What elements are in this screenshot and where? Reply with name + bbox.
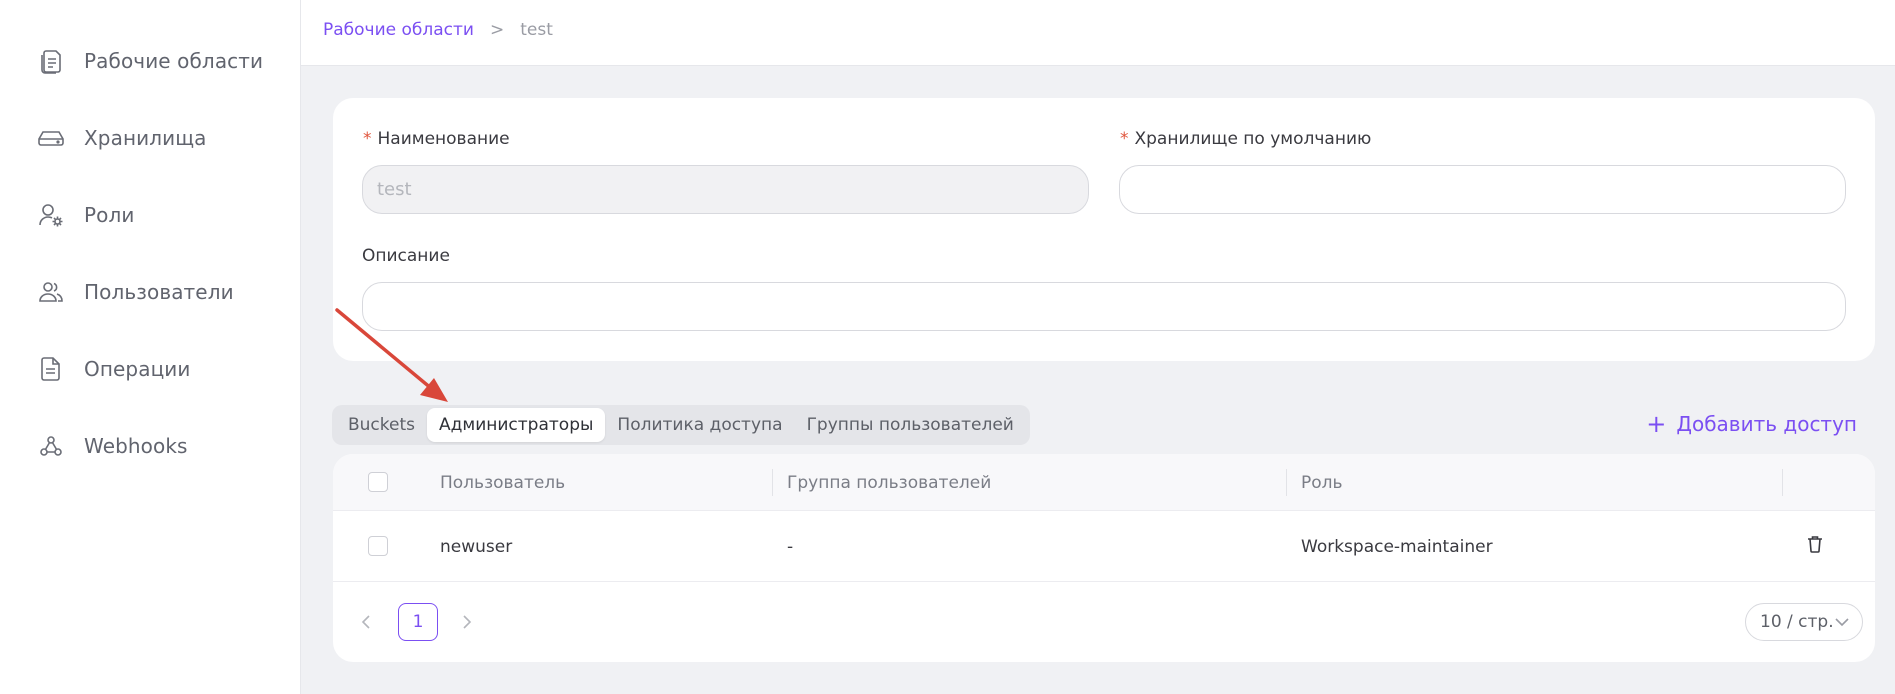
sidebar-item-operations[interactable]: Операции — [38, 349, 190, 389]
document-icon — [38, 356, 64, 382]
storage-field-label: * Хранилище по умолчанию — [1120, 129, 1371, 149]
column-divider — [772, 469, 773, 496]
cell-user: newuser — [440, 536, 513, 557]
breadcrumb-separator: > — [489, 20, 505, 40]
document-stack-icon — [38, 48, 64, 74]
administrators-table: Пользователь Группа пользователей Роль n… — [333, 454, 1875, 662]
page-size-value: 10 / стр. — [1760, 612, 1834, 632]
add-access-label: Добавить доступ — [1676, 412, 1857, 436]
tab-access-policy[interactable]: Политика доступа — [605, 408, 794, 442]
page-number-button[interactable]: 1 — [398, 603, 438, 641]
sidebar-item-label: Пользователи — [84, 280, 234, 304]
column-divider — [1782, 469, 1783, 496]
row-checkbox[interactable] — [368, 536, 388, 556]
breadcrumb-link-workspaces[interactable]: Рабочие области — [323, 20, 474, 40]
column-header-role: Роль — [1301, 472, 1343, 493]
sidebar-item-workspaces[interactable]: Рабочие области — [38, 41, 263, 81]
sidebar-item-label: Хранилища — [84, 126, 207, 150]
storage-label-text: Хранилище по умолчанию — [1134, 129, 1372, 149]
tab-administrators[interactable]: Администраторы — [427, 408, 606, 442]
prev-page-button[interactable] — [351, 607, 381, 637]
top-bar: Рабочие области > test — [301, 0, 1895, 66]
sidebar: Рабочие области Хранилища Роли Пользоват… — [0, 0, 301, 694]
sidebar-item-label: Рабочие области — [84, 49, 264, 73]
column-header-user: Пользователь — [440, 472, 566, 493]
add-access-button[interactable]: + Добавить доступ — [1646, 412, 1857, 436]
description-input[interactable] — [362, 282, 1846, 331]
sidebar-item-users[interactable]: Пользователи — [38, 272, 234, 312]
tab-buckets[interactable]: Buckets — [336, 408, 427, 442]
table-row: newuser - Workspace-maintainer — [333, 511, 1875, 582]
plus-icon: + — [1646, 410, 1667, 438]
column-divider — [1286, 469, 1287, 496]
trash-icon — [1807, 535, 1823, 558]
webhook-icon — [38, 433, 64, 459]
page-size-select[interactable]: 10 / стр. — [1745, 603, 1863, 641]
cell-role: Workspace-maintainer — [1301, 536, 1493, 557]
name-label-text: Наименование — [377, 129, 510, 149]
column-header-group: Группа пользователей — [787, 472, 992, 493]
pagination: 1 10 / стр. — [333, 582, 1875, 662]
sidebar-item-webhooks[interactable]: Webhooks — [38, 426, 188, 466]
next-page-button[interactable] — [452, 607, 482, 637]
select-all-checkbox[interactable] — [368, 472, 388, 492]
cell-group: - — [787, 536, 794, 557]
users-icon — [38, 279, 64, 305]
sidebar-item-label: Операции — [84, 357, 191, 381]
description-field-label: Описание — [362, 246, 450, 266]
required-mark: * — [363, 129, 372, 149]
user-gear-icon — [38, 202, 64, 228]
tabs: Buckets Администраторы Политика доступа … — [332, 405, 1030, 445]
chevron-left-icon — [361, 615, 370, 629]
storage-drive-icon — [38, 125, 64, 151]
sidebar-item-label: Роли — [84, 203, 135, 227]
chevron-right-icon — [463, 615, 472, 629]
tab-user-groups[interactable]: Группы пользователей — [795, 408, 1026, 442]
default-storage-select[interactable] — [1119, 165, 1846, 214]
name-field-label: * Наименование — [363, 129, 510, 149]
breadcrumb: Рабочие области > test — [323, 20, 553, 40]
breadcrumb-current: test — [520, 20, 553, 40]
workspace-form-card: * Наименование test * Хранилище по умолч… — [333, 98, 1875, 361]
sidebar-item-storages[interactable]: Хранилища — [38, 118, 207, 158]
sidebar-item-roles[interactable]: Роли — [38, 195, 134, 235]
name-input[interactable]: test — [362, 165, 1089, 214]
chevron-down-icon — [1834, 612, 1850, 637]
sidebar-item-label: Webhooks — [84, 434, 188, 458]
table-header: Пользователь Группа пользователей Роль — [333, 454, 1875, 511]
delete-row-button[interactable] — [1807, 511, 1823, 582]
required-mark: * — [1120, 129, 1129, 149]
